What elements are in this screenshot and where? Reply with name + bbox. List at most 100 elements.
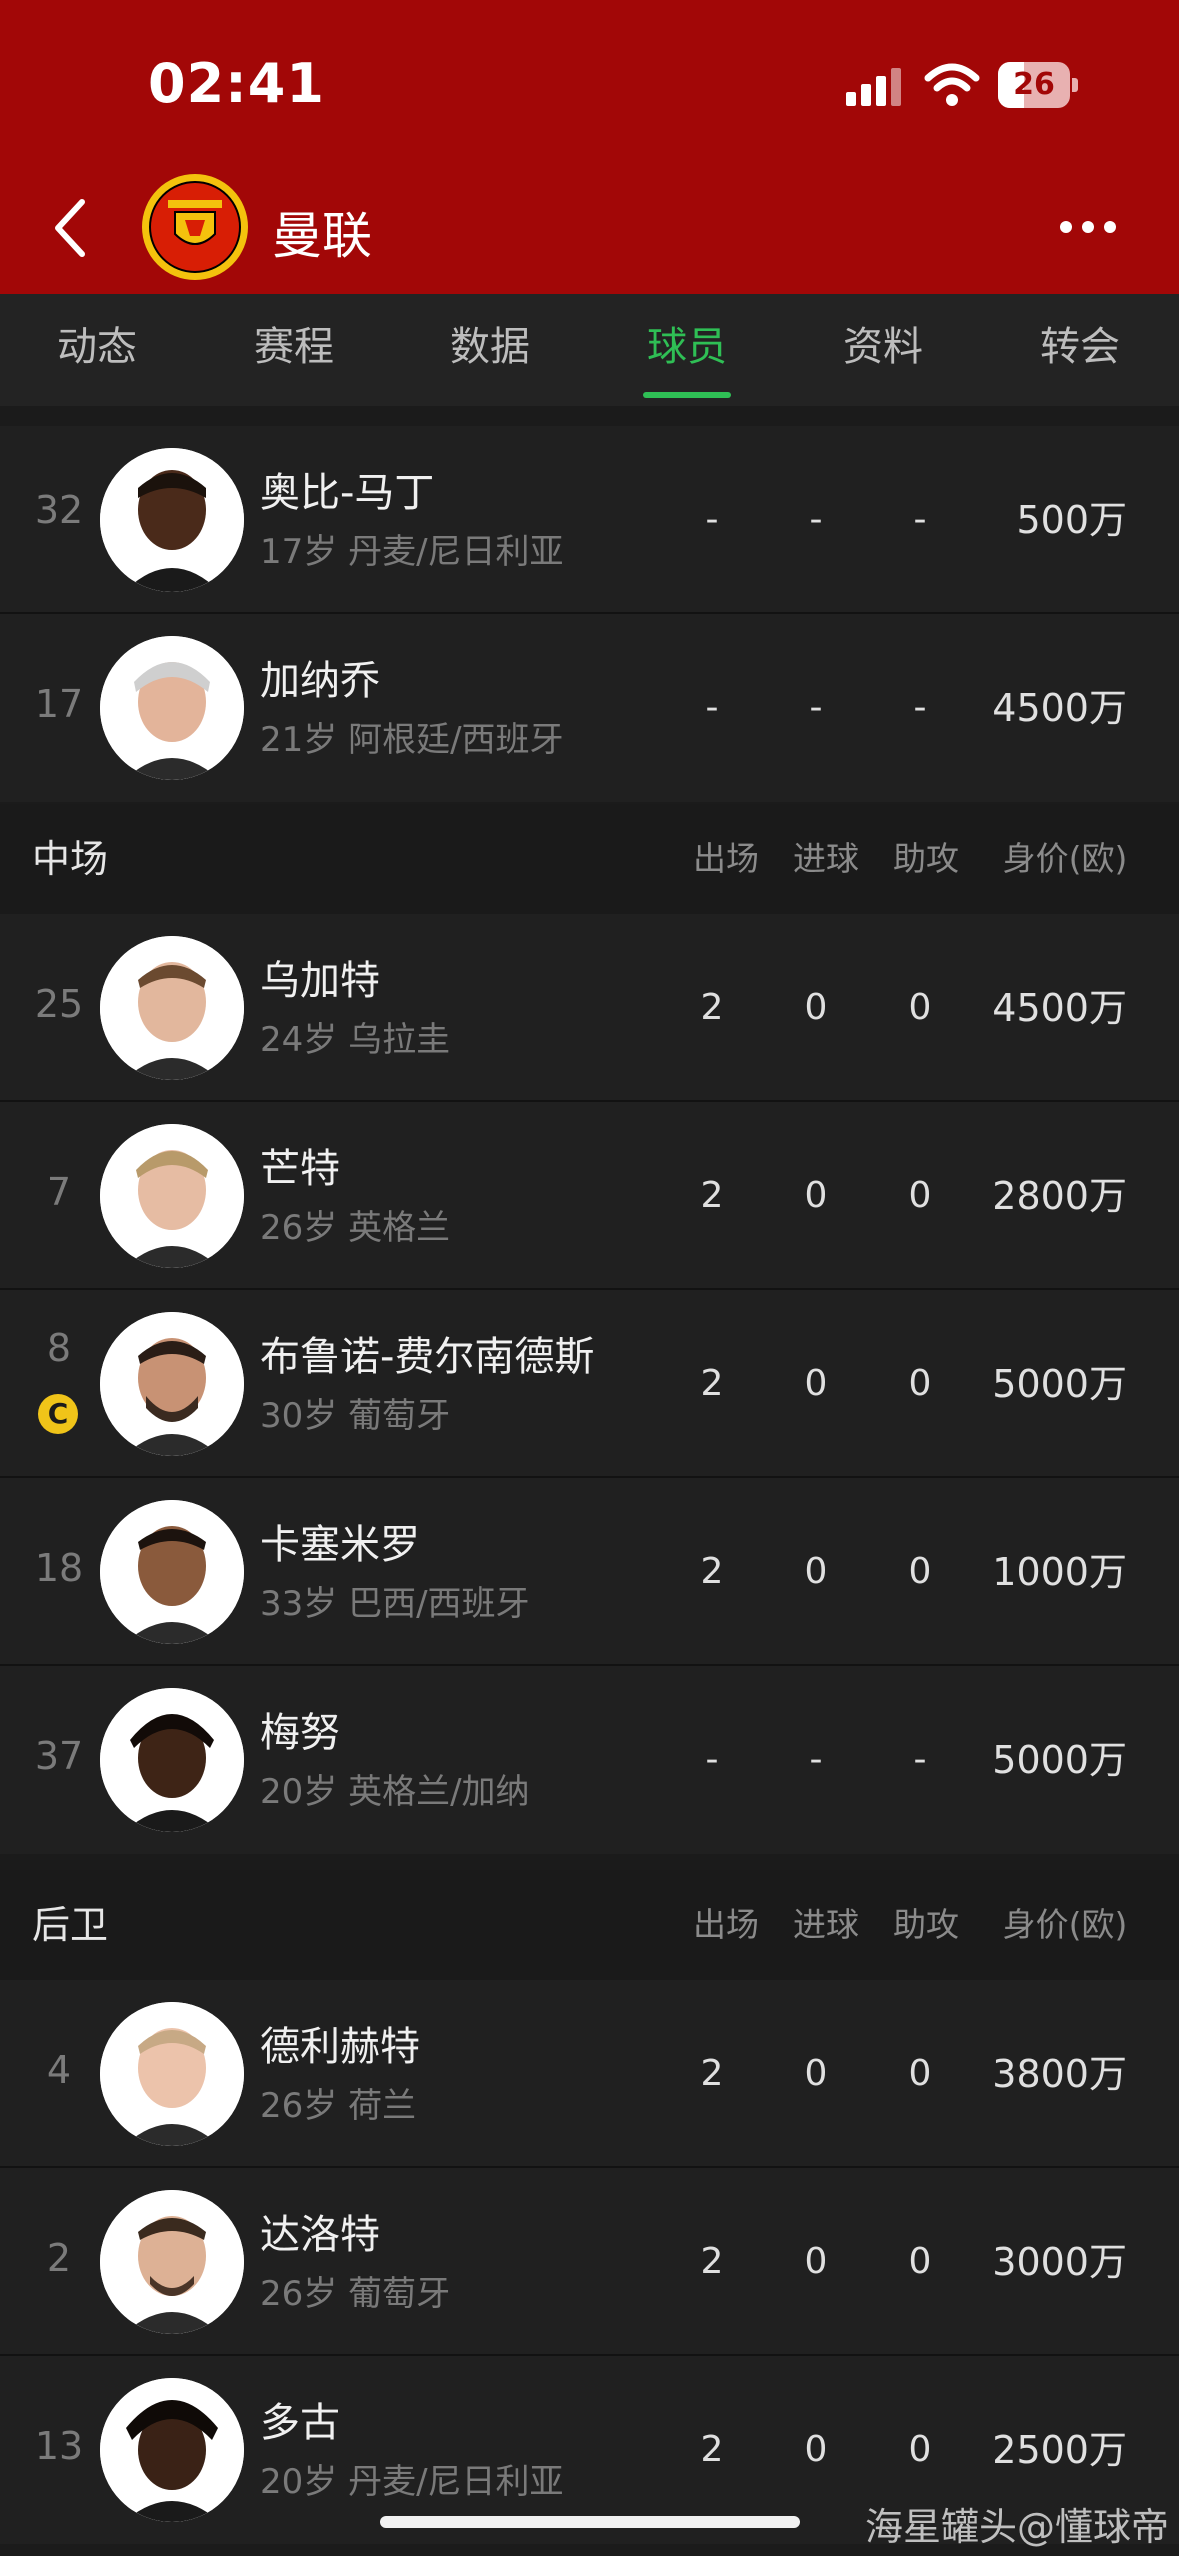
section-header-defence: 后卫 出场 进球 助攻 身价(欧) — [0, 1870, 1179, 1980]
player-info: 26岁 葡萄牙 — [260, 2274, 451, 2314]
apps-value: 2 — [700, 987, 724, 1028]
apps-value: 2 — [700, 2241, 724, 2282]
tab-bar: 动态 赛程 数据 球员 资料 转会 — [0, 294, 1179, 406]
back-arrow-icon[interactable] — [50, 196, 94, 260]
player-name: 卡塞米罗 — [260, 1522, 420, 1568]
market-value: 5000万 — [992, 1738, 1127, 1782]
goals-value: 0 — [804, 2241, 828, 2282]
col-value: 身价(欧) — [1002, 1905, 1128, 1944]
goals-value: 0 — [804, 1551, 828, 1592]
player-name: 乌加特 — [260, 958, 380, 1004]
player-row[interactable]: 25 乌加特 24岁 乌拉圭 2 0 0 4500万 — [0, 914, 1179, 1102]
player-row[interactable]: 7 芒特 26岁 英格兰 2 0 0 2800万 — [0, 1102, 1179, 1290]
player-row[interactable]: 8 C 布鲁诺-费尔南德斯 30岁 葡萄牙 2 0 0 5000万 — [0, 1290, 1179, 1478]
player-avatar — [100, 1312, 244, 1456]
player-info: 21岁 阿根廷/西班牙 — [260, 720, 564, 760]
player-row[interactable]: 32 奥比-马丁 17岁 丹麦/尼日利亚 - - - 500万 — [0, 426, 1179, 614]
player-row[interactable]: 4 德利赫特 26岁 荷兰 2 0 0 3800万 — [0, 1980, 1179, 2168]
player-name: 梅努 — [260, 1710, 340, 1756]
section-title: 后卫 — [32, 1903, 109, 1947]
player-avatar — [100, 448, 244, 592]
player-info: 20岁 英格兰/加纳 — [260, 1772, 530, 1812]
player-name: 加纳乔 — [260, 658, 380, 704]
player-name: 布鲁诺-费尔南德斯 — [260, 1334, 595, 1380]
player-info: 30岁 葡萄牙 — [260, 1396, 451, 1436]
status-time: 02:41 — [148, 52, 325, 115]
tab-transfers[interactable]: 转会 — [1005, 294, 1155, 406]
player-avatar — [100, 2378, 244, 2522]
player-info: 33岁 巴西/西班牙 — [260, 1584, 530, 1624]
player-row[interactable]: 2 达洛特 26岁 葡萄牙 2 0 0 3000万 — [0, 2168, 1179, 2356]
goals-value: - — [809, 499, 823, 540]
player-avatar — [100, 1124, 244, 1268]
apps-value: - — [705, 1739, 719, 1780]
wifi-icon — [924, 63, 980, 106]
goals-value: - — [809, 687, 823, 728]
battery-level: 26 — [1013, 67, 1055, 102]
goals-value: 0 — [804, 1363, 828, 1404]
player-number: 8 — [46, 1326, 72, 1370]
more-options-icon[interactable] — [1058, 218, 1118, 236]
player-info: 17岁 丹麦/尼日利亚 — [260, 532, 564, 572]
section-title: 中场 — [32, 837, 109, 881]
battery-indicator: 26 — [998, 62, 1078, 108]
col-goals: 进球 — [793, 1905, 859, 1944]
player-name: 芒特 — [260, 1146, 340, 1192]
player-info: 24岁 乌拉圭 — [260, 1020, 451, 1060]
market-value: 4500万 — [992, 986, 1127, 1030]
player-row[interactable]: 17 加纳乔 21岁 阿根廷/西班牙 - - - 4500万 — [0, 614, 1179, 802]
player-info: 20岁 丹麦/尼日利亚 — [260, 2462, 564, 2502]
player-avatar — [100, 2002, 244, 2146]
market-value: 4500万 — [992, 686, 1127, 730]
goals-value: 0 — [804, 987, 828, 1028]
tab-schedule[interactable]: 赛程 — [219, 294, 369, 406]
tab-news[interactable]: 动态 — [22, 294, 172, 406]
section-header-midfield: 中场 出场 进球 助攻 身价(欧) — [0, 804, 1179, 914]
player-avatar — [100, 936, 244, 1080]
club-crest-icon — [142, 174, 248, 280]
player-row[interactable]: 18 卡塞米罗 33岁 巴西/西班牙 2 0 0 1000万 — [0, 1478, 1179, 1666]
tab-players[interactable]: 球员 — [612, 294, 762, 406]
market-value: 3800万 — [992, 2052, 1127, 2096]
player-name: 德利赫特 — [260, 2024, 420, 2070]
col-assists: 助攻 — [893, 839, 959, 878]
watermark: 海星罐头@懂球帝 — [864, 2505, 1169, 2549]
market-value: 1000万 — [992, 1550, 1127, 1594]
player-info: 26岁 英格兰 — [260, 1208, 451, 1248]
active-tab-indicator — [643, 392, 731, 398]
col-value: 身价(欧) — [1002, 839, 1128, 878]
player-info: 26岁 荷兰 — [260, 2086, 417, 2126]
apps-value: - — [705, 687, 719, 728]
market-value: 3000万 — [992, 2240, 1127, 2284]
club-name: 曼联 — [272, 207, 372, 265]
tab-stats[interactable]: 数据 — [415, 294, 565, 406]
player-name: 奥比-马丁 — [260, 470, 435, 516]
col-apps: 出场 — [693, 839, 759, 878]
player-avatar — [100, 1688, 244, 1832]
apps-value: - — [705, 499, 719, 540]
player-avatar — [100, 636, 244, 780]
goals-value: 0 — [804, 1175, 828, 1216]
captain-badge: C — [38, 1394, 78, 1434]
player-name: 达洛特 — [260, 2212, 380, 2258]
apps-value: 2 — [700, 2053, 724, 2094]
market-value: 5000万 — [992, 1362, 1127, 1406]
market-value: 500万 — [1016, 498, 1127, 542]
player-name: 多古 — [260, 2400, 340, 2446]
tab-info[interactable]: 资料 — [808, 294, 958, 406]
cellular-signal-icon — [846, 68, 901, 106]
player-row[interactable]: 37 梅努 20岁 英格兰/加纳 - - - 5000万 — [0, 1666, 1179, 1854]
col-apps: 出场 — [693, 1905, 759, 1944]
player-avatar — [100, 2190, 244, 2334]
apps-value: 2 — [700, 1175, 724, 1216]
player-avatar — [100, 1500, 244, 1644]
apps-value: 2 — [700, 1551, 724, 1592]
home-indicator[interactable] — [380, 2516, 800, 2528]
col-assists: 助攻 — [893, 1905, 959, 1944]
market-value: 2800万 — [992, 1174, 1127, 1218]
goals-value: - — [809, 1739, 823, 1780]
goals-value: 0 — [804, 2053, 828, 2094]
app-header: 02:41 26 曼联 — [0, 0, 1179, 294]
apps-value: 2 — [700, 1363, 724, 1404]
col-goals: 进球 — [793, 839, 859, 878]
